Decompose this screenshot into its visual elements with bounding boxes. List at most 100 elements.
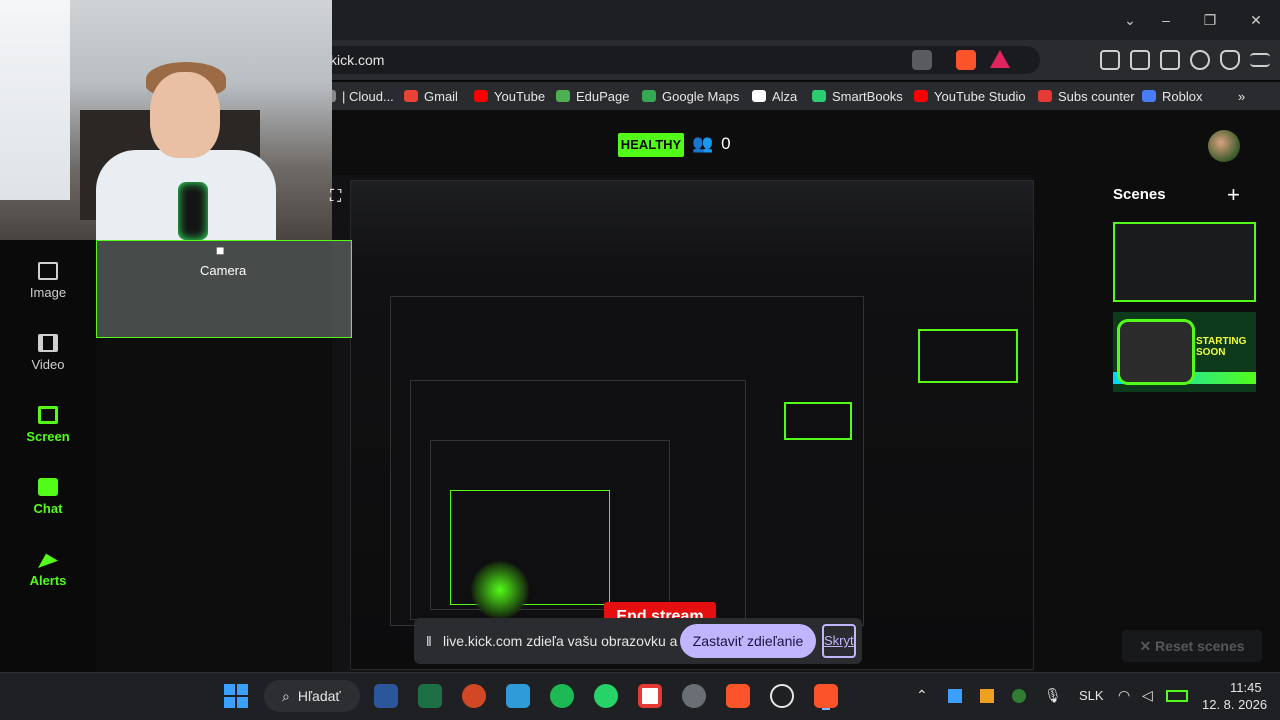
bookmark-label: YouTube Studio (934, 88, 1026, 104)
add-scene-button[interactable]: + (1227, 182, 1240, 208)
vpn-icon[interactable] (1220, 50, 1240, 70)
hide-share-button[interactable]: Skryť (822, 624, 856, 658)
viewer-count: 👥 0 (692, 134, 731, 154)
bookmark-icon (556, 90, 570, 102)
bookmark-roblox[interactable]: Roblox (1142, 87, 1202, 105)
bookmark-edupage[interactable]: EduPage (556, 87, 630, 105)
toolbar-screen[interactable]: Screen (0, 406, 96, 444)
bookmark-icon (914, 90, 928, 102)
word-icon[interactable] (374, 684, 398, 708)
scene2-text: STARTING SOON (1196, 336, 1247, 358)
taskbar-search-label: Hľadať (297, 688, 341, 704)
powerpoint-icon[interactable] (462, 684, 486, 708)
bookmark-icon (752, 90, 766, 102)
stream-health-badge: HEALTHY (618, 133, 684, 157)
tray-shield-icon[interactable] (1012, 689, 1026, 703)
start-button[interactable] (224, 684, 248, 708)
bookmark-youtube-studio[interactable]: YouTube Studio (914, 87, 1026, 105)
wifi-icon[interactable]: ◠ (1118, 687, 1130, 704)
tray-chevron-icon[interactable]: ⌃ (916, 687, 928, 704)
menu-icon[interactable] (1250, 53, 1270, 67)
bookmark-youtube[interactable]: YouTube (474, 87, 545, 105)
bookmark-gmail[interactable]: Gmail (404, 87, 458, 105)
brave-shields-icon[interactable] (956, 50, 976, 70)
brave-active-icon[interactable] (814, 684, 838, 708)
extensions-icon[interactable] (1100, 50, 1120, 70)
scene-card-active[interactable] (1113, 222, 1256, 302)
nested-scene-thumb-2 (918, 329, 1018, 383)
toolbar-video-label: Video (31, 357, 65, 372)
close-window-button[interactable]: ✕ (1246, 10, 1266, 30)
bookmark-label: EduPage (576, 88, 630, 104)
battery-icon[interactable] (1166, 690, 1188, 702)
wallet-icon[interactable] (1160, 50, 1180, 70)
stop-sharing-button[interactable]: Zastaviť zdieľanie (680, 624, 816, 658)
bookmark-icon (474, 90, 488, 102)
tab-list-button[interactable]: ⌄ (1120, 10, 1140, 30)
settings-icon[interactable] (682, 684, 706, 708)
toolbar-chat[interactable]: Chat (0, 478, 96, 516)
whatsapp-icon[interactable] (594, 684, 618, 708)
bookmark-icon (1142, 90, 1156, 102)
bookmark-icon (812, 90, 826, 102)
toolbar-image[interactable]: Image (0, 262, 96, 300)
reset-scenes-button[interactable]: ✕ Reset scenes (1122, 630, 1262, 662)
viewers-icon: 👥 (692, 134, 714, 153)
source-toolbar (0, 240, 96, 672)
input-language[interactable]: SLK (1079, 688, 1104, 703)
files-icon[interactable] (506, 684, 530, 708)
person-head (150, 72, 220, 158)
clock-time[interactable]: 11:45 (1230, 680, 1262, 695)
avatar[interactable] (1208, 130, 1240, 162)
window-light (0, 0, 70, 200)
video-icon (38, 334, 58, 352)
bookmark-smartbooks[interactable]: SmartBooks (812, 87, 903, 105)
toolbar-video[interactable]: Video (0, 334, 96, 372)
fullscreen-icon[interactable]: ⛶ (330, 188, 341, 206)
microphone (178, 182, 208, 240)
microphone-icon[interactable]: 🎙 (1044, 687, 1062, 704)
toolbar-alerts[interactable]: Alerts (0, 550, 96, 588)
toolbar-screen-label: Screen (26, 429, 70, 444)
translate-icon[interactable] (912, 50, 932, 70)
brave-rewards-icon[interactable] (990, 50, 1010, 68)
clock-date[interactable]: 12. 8. 2026 (1202, 697, 1267, 712)
bookmark-label: Gmail (424, 88, 458, 104)
windows-icon (224, 684, 248, 708)
spotify-icon[interactable] (550, 684, 574, 708)
brave-icon[interactable] (726, 684, 750, 708)
bookmark-subs-counter[interactable]: Subs counter (1038, 87, 1135, 105)
camera-icon: ■ (216, 242, 225, 258)
bookmark-label: Subs counter (1058, 88, 1135, 104)
tray-app-icon[interactable] (948, 689, 962, 703)
sidebar-icon[interactable] (1130, 50, 1150, 70)
chatgpt-icon[interactable] (770, 684, 794, 708)
toolbar-image-label: Image (29, 285, 67, 300)
bookmark-label: YouTube (494, 88, 546, 104)
minimize-button[interactable]: – (1156, 10, 1176, 30)
leo-ai-icon[interactable] (1190, 50, 1210, 70)
bookmark-icon (404, 90, 418, 102)
bookmark-alza[interactable]: Alza (752, 87, 797, 105)
alerts-icon (38, 553, 58, 568)
bookmark-icon (642, 90, 656, 102)
bookmark-cloud[interactable]: | Cloud... (322, 87, 394, 105)
bookmark-label: Alza (772, 88, 798, 104)
volume-icon[interactable]: ◁ (1142, 687, 1153, 704)
excel-icon[interactable] (418, 684, 442, 708)
nested-scene-thumb (784, 402, 852, 440)
image-icon (38, 262, 58, 280)
restore-button[interactable]: ❐ (1200, 10, 1220, 30)
toolbar-chat-label: Chat (33, 501, 63, 516)
taskbar-search[interactable]: ⌕ Hľadať (264, 680, 360, 712)
webcam-feed (0, 0, 332, 240)
snipping-icon[interactable] (638, 684, 662, 708)
tray-app2-icon[interactable] (980, 689, 994, 703)
bookmark-google-maps[interactable]: Google Maps (642, 87, 739, 105)
screen-icon (38, 406, 58, 424)
pause-icon: ‖ (426, 633, 432, 649)
url-text: kick.com (330, 52, 385, 68)
bookmarks-more-button[interactable]: » (1238, 87, 1245, 105)
scenes-title: Scenes (1113, 186, 1166, 203)
bookmark-label: | Cloud... (342, 88, 394, 104)
